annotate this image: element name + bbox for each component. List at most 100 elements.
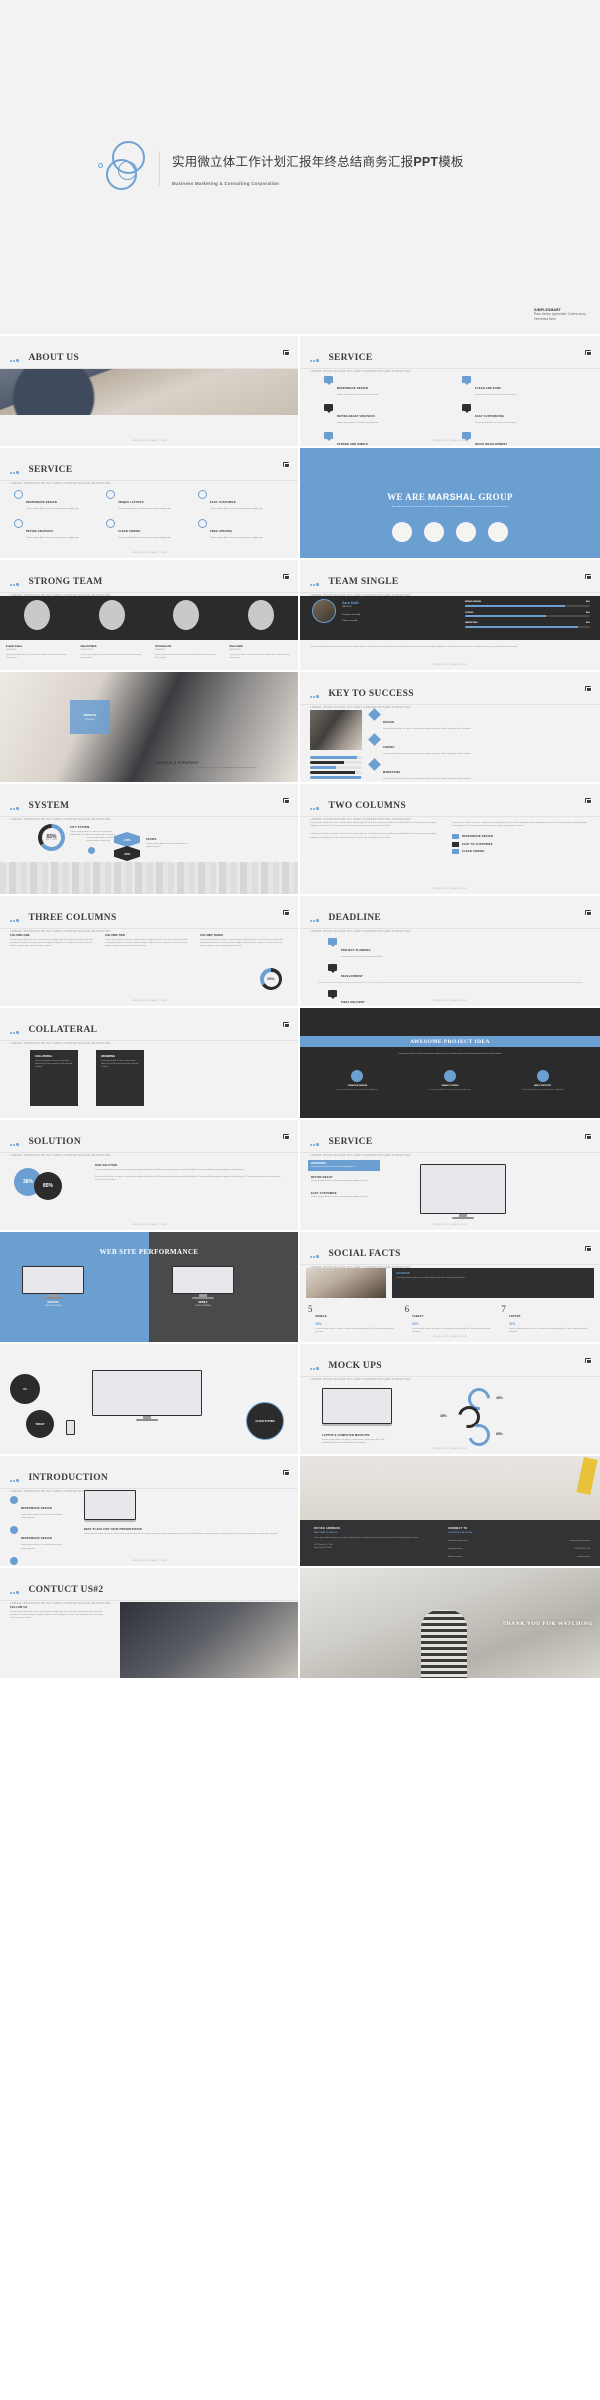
team-member[interactable]: Harold Web DEVELOPER Lorem ipsum dolor sit… (75, 644, 150, 660)
deadline-item[interactable]: PROJECT PLANNING Lorem ipsum dolor sit am… (328, 938, 458, 959)
social-stat-grid: 5 MOBILE 45% Lorem ipsum dolor sit amet,… (308, 1304, 592, 1334)
slide-mock-ups[interactable]: MOCK UPS LOREM IPSUM DOLOR SIT AMET CONS… (300, 1344, 600, 1456)
key-step[interactable]: DESIGN Lorem ipsum dolor sit amet, consec… (368, 708, 592, 731)
intro-label: RESPONSIVE DESIGN (21, 1537, 52, 1541)
team-member[interactable]: Frank Fates DESIGNER Lorem ipsum dolor sit… (0, 644, 75, 660)
slide-web-site-performance[interactable]: WEB SITE PERFORMANCE DESKTOP WEB SITE DE… (0, 1232, 300, 1344)
key-bar-row (310, 766, 362, 769)
slide-social-facts[interactable]: SOCIAL FACTS LOREM IPSUM DOLOR SIT AMET … (300, 1232, 600, 1344)
device-tag-ux[interactable]: UX (10, 1374, 40, 1404)
slide-two-columns[interactable]: TWO COLUMNS LOREM IPSUM DOLOR SIT AMET C… (300, 784, 600, 896)
key-step[interactable]: MARKETING Lorem ipsum dolor sit amet, con… (368, 758, 592, 781)
service-item[interactable]: EASY CUSTOMIZING Lorem ipsum dolor sit am… (462, 404, 588, 425)
slide-solution[interactable]: SOLUTION LOREM IPSUM DOLOR SIT AMET CONS… (0, 1120, 300, 1232)
intro-item[interactable]: RESPONSIVE DESIGNLorem ipsum dolor sit a… (10, 1556, 72, 1566)
profile-contact-2[interactable]: Twitter: sara.kalb (342, 620, 360, 622)
slide-deadline[interactable]: DEADLINE LOREM IPSUM DOLOR SIT AMET CONS… (300, 896, 600, 1008)
deadline-rule (318, 982, 582, 983)
slide-thank-you[interactable]: THANK YOU FOR WATCHING (300, 1568, 600, 1680)
tag-row[interactable]: CLEAN CODING (452, 849, 590, 855)
slide-title: STRONG TEAM (28, 577, 103, 587)
connect-row[interactable]: follow.com/name mail@web.com (448, 1556, 590, 1559)
ring-item[interactable]: RETINA GRAPHICS Lorem ipsum dolor sit ame… (14, 519, 100, 540)
deadline-item-list: PROJECT PLANNING Lorem ipsum dolor sit am… (328, 938, 458, 1006)
awesome-item-grid: CREATIVE DESIGN Lorem ipsum dolor sit am… (314, 1070, 586, 1092)
slide-about-us[interactable]: ABOUT US LOREM IPSUM DOLOR SIT AMET CONS… (0, 336, 300, 448)
ring-item[interactable]: EASY CUSTOMIZE Lorem ipsum dolor sit amet… (198, 490, 284, 511)
slide-service-rings[interactable]: SERVICE LOREM IPSUM DOLOR SIT AMET CONSE… (0, 448, 300, 560)
slide-service-icons[interactable]: SERVICE LOREM IPSUM DOLOR SIT AMET CONSE… (300, 336, 600, 448)
panel-title: FACEBOOK (396, 1272, 410, 1275)
bullet-dots-icon (310, 685, 320, 703)
service-item[interactable]: CLEAN AND PURE Lorem ipsum dolor sit amet… (462, 376, 588, 397)
slide-footer: WWW.SIMPLESMART.COM (433, 440, 467, 442)
service-item[interactable]: RESPONSIVE DESIGN Lorem ipsum dolor sit a… (324, 376, 450, 397)
collateral-card[interactable]: BRANDING Lorem ipsum dolor sit amet, con… (96, 1050, 144, 1106)
about-photo (0, 369, 298, 415)
slide-title: INTRODUCTION (28, 1473, 109, 1483)
stat-desc: Lorem ipsum dolor sit amet, consectetuer… (412, 1328, 492, 1334)
bullet-dots-icon (10, 461, 20, 479)
ring-item[interactable]: FREE UPDATES Lorem ipsum dolor sit amet c… (198, 519, 284, 540)
awesome-item[interactable]: CREATIVE DESIGN Lorem ipsum dolor sit am… (314, 1070, 401, 1092)
connect-row[interactable]: googleplus/name +1 (678) 1234 5678 (448, 1548, 590, 1551)
awesome-item[interactable]: BEST SUPPORT Lorem ipsum dolor sit amet … (499, 1070, 586, 1092)
service-block[interactable]: RETINA READY Lorem ipsum dolor sit amet … (308, 1174, 380, 1186)
slide-header: SERVICE LOREM IPSUM DOLOR SIT AMET CONSE… (310, 1133, 411, 1157)
slide-service-photo[interactable]: SERVICE STRATEGY SERVICE & STRATEGY Lore… (0, 672, 300, 784)
slide-footer: WWW.SIMPLESMART.COM (433, 1000, 467, 1002)
connect-row[interactable]: facebook.com/yourname www.website-name.c… (448, 1540, 590, 1543)
slide-contact-us-2[interactable]: CONTUCT US#2 LOREM IPSUM DOLOR SIT AMET … (0, 1568, 300, 1680)
team-member[interactable]: Sara Kalb MARKETER Lorem ipsum dolor sit a… (224, 644, 299, 660)
slide-we-are-marshal-group[interactable]: WE ARE MARSHAL GROUP Nam liber tempor cu… (300, 448, 600, 560)
ring-item[interactable]: CLEAN CODING Lorem ipsum dolor sit amet c… (106, 519, 192, 540)
slide-strong-team[interactable]: STRONG TEAM LOREM IPSUM DOLOR SIT AMET C… (0, 560, 300, 672)
slide-collateral[interactable]: COLLATERAL LOREM IPSUM DOLOR SIT AMET CO… (0, 1008, 300, 1120)
ring-item[interactable]: UNIQUE LAYOUTS Lorem ipsum dolor sit amet… (106, 490, 192, 511)
service-item[interactable]: RETINA READY GRAPHICS Lorem ipsum dolor s… (324, 404, 450, 425)
team-member[interactable]: Christian Dr MANAGER Lorem ipsum dolor sit… (149, 644, 224, 660)
slide-introduction[interactable]: INTRODUCTION LOREM IPSUM DOLOR SIT AMET … (0, 1456, 300, 1568)
service-block[interactable]: RESPONSIVE Lorem ipsum dolor sit amet co… (308, 1160, 380, 1171)
speech-bubble-icon (324, 404, 333, 414)
performance-title: WEB SITE PERFORMANCE (99, 1248, 199, 1256)
column-left-text-2: Lorem ipsum dolor sit amet, consectetuer… (310, 833, 437, 839)
intro-item[interactable]: RESPONSIVE DESIGNLorem ipsum dolor sit a… (10, 1496, 72, 1520)
slide-key-to-success[interactable]: KEY TO SUCCESS LOREM IPSUM DOLOR SIT AME… (300, 672, 600, 784)
slide-footer: WWW.SIMPLESMART.COM (433, 888, 467, 890)
profile-contact-1[interactable]: Facebook: sara.kalb (342, 614, 360, 616)
device-tag-cloud[interactable]: CLOUD SYSTEM (246, 1402, 284, 1440)
member-bio: Lorem ipsum dolor sit amet, consectetuer… (6, 653, 67, 659)
stat-desc: Lorem ipsum dolor sit amet, consectetuer… (508, 1328, 588, 1334)
stat-desc: Lorem ipsum dolor sit amet, consectetuer… (315, 1328, 395, 1334)
collateral-card[interactable]: COLLATERAL Lorem ipsum dolor sit amet, c… (30, 1050, 78, 1106)
key-step[interactable]: CODING Lorem ipsum dolor sit amet, consec… (368, 733, 592, 756)
intro-laptop-mockup (84, 1490, 136, 1522)
slide-footer: WWW.SIMPLESMART.COM (132, 440, 166, 442)
slide-contact-us[interactable]: OFFICE ADDRESS WELCOME TO VISIT US Lorem… (300, 1456, 600, 1568)
slide-three-columns[interactable]: THREE COLUMNS LOREM IPSUM DOLOR SIT AMET… (0, 896, 300, 1008)
slide-system[interactable]: SYSTEM LOREM IPSUM DOLOR SIT AMET CONSEC… (0, 784, 300, 896)
ring-item[interactable]: RESPONSIVE DESIGN Lorem ipsum dolor sit a… (14, 490, 100, 511)
device-tag-tablet[interactable]: TABLET (26, 1410, 54, 1438)
system-hex-caption: STAIRS Lorem ipsum dolor sit amet consec… (146, 838, 194, 849)
slide-devices[interactable]: UX TABLET CLOUD SYSTEM (0, 1344, 300, 1456)
slide-title: SERVICE (328, 1137, 373, 1147)
slide-service-monitor[interactable]: SERVICE LOREM IPSUM DOLOR SIT AMET CONSE… (300, 1120, 600, 1232)
mobile-mockup: MOBILE MULTI SCREENS (172, 1266, 234, 1307)
tag-row[interactable]: RESPONSIVE DESIGN (452, 834, 590, 840)
tag-row[interactable]: EASY TO CUSTOMIZE (452, 841, 590, 847)
slide-title: THREE COLUMNS (28, 913, 117, 923)
awesome-item[interactable]: SMART CODING Lorem ipsum dolor sit amet … (407, 1070, 494, 1092)
donut-label: BEST SYSTEM (45, 840, 58, 841)
card-title: BRANDING (101, 1055, 115, 1058)
service-block[interactable]: EASY CUSTOMIZE Lorem ipsum dolor sit ame… (308, 1189, 380, 1201)
intro-item[interactable]: RESPONSIVE DESIGNLorem ipsum dolor sit a… (10, 1526, 72, 1550)
slide-awesome-project-idea[interactable]: AWESOME PROJECT IDEA Lorem ipsum dolor s… (300, 1008, 600, 1120)
bullet-dots-icon (10, 1133, 20, 1151)
slide-badge-icon (585, 1246, 592, 1252)
slide-footer: WWW.SIMPLESMART.COM (433, 664, 467, 666)
member-name: Harold Web (80, 644, 97, 648)
slide-title: ABOUT US (28, 353, 79, 363)
slide-team-single[interactable]: TEAM SINGLE LOREM IPSUM DOLOR SIT AMET C… (300, 560, 600, 672)
